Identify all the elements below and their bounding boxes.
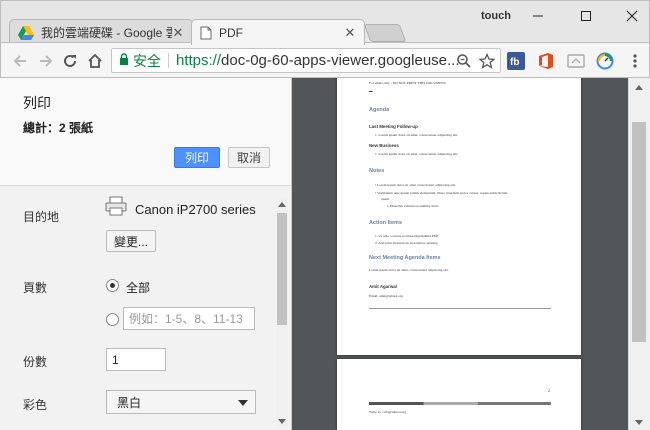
bookmark-star-icon[interactable]: [477, 51, 497, 71]
new-business-item: 1. Lorem ipsum dolor sit amet, consectet…: [375, 152, 459, 156]
page-footer-text: Write to: ctrlq@labnol.org: [369, 410, 407, 414]
forward-arrow-icon[interactable]: [35, 50, 57, 72]
scrollbar-thumb[interactable]: [632, 122, 646, 342]
color-select-value: 黑白: [117, 395, 142, 410]
notes-item: • Lorem ipsum dolor sit amet consectetue…: [375, 183, 456, 187]
page-divider: [369, 308, 551, 309]
scroll-up-icon[interactable]: [278, 202, 286, 207]
next-meeting-heading: Next Meeting Agenda Items: [369, 255, 441, 261]
print-settings-panel: 列印 總計：2 張紙 列印 取消 目的地 Canon iP2700 series…: [0, 78, 292, 430]
change-destination-button[interactable]: 變更...: [106, 230, 156, 252]
chevron-down-icon: [238, 400, 248, 406]
followup-item: 1. Lorem ipsum dolor sit amet, consectet…: [375, 133, 459, 137]
notes-heading: Notes: [369, 168, 385, 174]
notes-item: • Vestibulum ante ipsum primis elementum…: [375, 191, 508, 195]
color-label: 彩色: [23, 398, 48, 412]
copies-input[interactable]: [106, 348, 166, 371]
scroll-up-icon[interactable]: [635, 85, 643, 90]
preview-scrollbar[interactable]: [628, 78, 650, 430]
page-header-line: For slides only - DO NOT PRINT THIS DOCU…: [369, 81, 447, 85]
scrollbar-thumb[interactable]: [277, 213, 287, 325]
cancel-button[interactable]: 取消: [228, 147, 270, 168]
tab-label: 我的雲端硬碟 - Google 雲: [41, 26, 172, 40]
page-footer-bar: [369, 402, 551, 405]
destination-label: 目的地: [23, 210, 60, 224]
page-icon: [200, 26, 212, 40]
office-extension-icon[interactable]: [536, 51, 556, 71]
browser-toolbar: 安全 https://doc-0g-60-apps-viewer.googleu…: [0, 42, 650, 78]
scroll-down-icon[interactable]: [278, 419, 286, 424]
author-name: Amit Agarwal: [369, 284, 397, 289]
printer-name: Canon iP2700 series: [135, 202, 256, 217]
print-summary: 總計：2 張紙: [23, 121, 94, 135]
minimize-icon[interactable]: [521, 7, 555, 25]
action-items-heading: Action Items: [369, 220, 403, 226]
reload-icon[interactable]: [59, 50, 81, 72]
svg-text:fb: fb: [510, 57, 519, 68]
lock-icon: [119, 52, 129, 69]
preview-page-2[interactable]: 2 Write to: ctrlq@labnol.org: [337, 359, 581, 430]
preview-page-1[interactable]: For slides only - DO NOT PRINT THIS DOCU…: [337, 78, 581, 355]
close-icon[interactable]: ✕: [344, 25, 356, 41]
new-business-heading: New Business: [369, 143, 399, 148]
speed-extension-icon[interactable]: [595, 51, 615, 71]
page-header-mark: ▬: [369, 89, 373, 93]
action-item: 2. Add print instructions in dataflow pr…: [375, 241, 438, 245]
google-drive-icon: [18, 25, 34, 40]
divider: [168, 53, 169, 68]
back-arrow-icon[interactable]: [9, 50, 31, 72]
notes-subitem: o Phasellus vehicula nonummy nunc.: [387, 204, 440, 208]
home-icon[interactable]: [84, 50, 106, 72]
followup-heading: Last Meeting Follow-up: [369, 124, 418, 129]
print-header: 列印 總計：2 張紙 列印 取消: [0, 78, 291, 186]
window-close-icon[interactable]: [615, 7, 649, 25]
cast-extension-icon[interactable]: [566, 51, 586, 71]
close-icon[interactable]: ✕: [172, 25, 184, 41]
new-tab-button[interactable]: [363, 24, 407, 42]
color-select[interactable]: 黑白: [106, 390, 256, 414]
url-scheme: https://: [176, 52, 222, 69]
secure-indicator[interactable]: 安全: [119, 51, 161, 71]
author-email: Email: amit@labnol.org: [369, 294, 403, 298]
panel-scrollbar[interactable]: [276, 199, 288, 427]
url-text[interactable]: https://doc-0g-60-apps-viewer.googleuse.…: [176, 52, 500, 69]
next-meeting-text: Lorem ipsum dolor sit amet, consectetuer…: [369, 268, 449, 272]
scroll-down-icon[interactable]: [635, 420, 643, 425]
action-item: 1. Ut odio a ornare porttitor/dignissimi…: [375, 234, 439, 238]
pages-custom-radio[interactable]: [106, 313, 119, 326]
page-number: 2: [548, 388, 550, 393]
print-title: 列印: [23, 95, 51, 111]
menu-dots-icon[interactable]: [625, 51, 645, 71]
pages-all-label: 全部: [126, 281, 151, 295]
copies-label: 份數: [23, 355, 48, 369]
pages-custom-input[interactable]: [123, 307, 255, 330]
url-rest: doc-0g-60-apps-viewer.googleuse...: [221, 52, 460, 69]
print-button[interactable]: 列印: [174, 147, 220, 168]
address-bar[interactable]: 安全 https://doc-0g-60-apps-viewer.googleu…: [111, 48, 501, 73]
title-bar: 我的雲端硬碟 - Google 雲 ✕ PDF ✕ touch: [0, 0, 650, 45]
notes-item-cont: quam.: [381, 197, 390, 201]
maximize-icon[interactable]: [569, 7, 603, 25]
secure-label: 安全: [133, 52, 161, 69]
facebook-extension-icon[interactable]: fb: [506, 51, 526, 71]
pages-label: 頁數: [23, 281, 48, 295]
agenda-heading: Agenda: [369, 107, 390, 113]
printer-icon: [105, 196, 127, 221]
tab-pdf[interactable]: PDF ✕: [191, 19, 365, 45]
user-name[interactable]: touch: [481, 10, 511, 22]
pages-all-radio[interactable]: [106, 279, 119, 292]
tab-label: PDF: [219, 25, 243, 40]
zoom-icon[interactable]: [454, 51, 474, 71]
print-preview: For slides only - DO NOT PRINT THIS DOCU…: [292, 78, 628, 430]
